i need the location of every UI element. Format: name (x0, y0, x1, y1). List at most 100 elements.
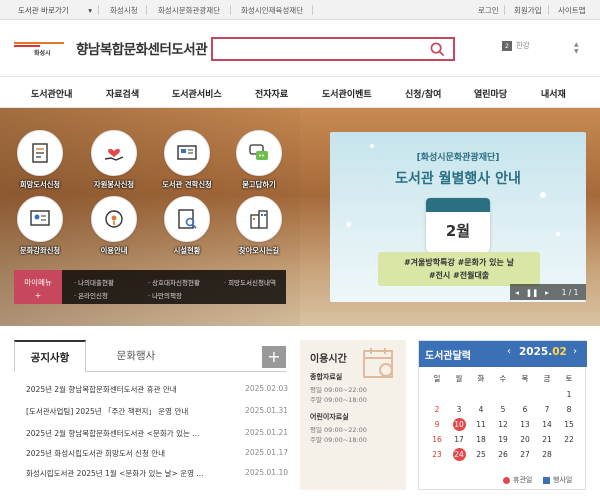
pause-icon[interactable]: ❚❚ (524, 288, 540, 297)
calendar-day[interactable]: 23 (426, 448, 448, 461)
notice-item[interactable]: 2025년 2월 향남복합문화센터도서관 휴관 안내 2025.02.03 (26, 384, 288, 402)
lang-arrows-icon[interactable]: ▲ ▼ (574, 41, 579, 55)
calendar-day[interactable]: 13 (514, 418, 536, 431)
hours-section-name: 종합자료실 (310, 373, 343, 381)
my-menu-link-loans[interactable]: 나의대출현황 (74, 277, 114, 287)
nav-search[interactable]: 자료검색 (106, 87, 139, 100)
notice-item[interactable]: 2025년 화성시립도서관 희망도서 신청 안내 2025.01.17 (26, 448, 288, 466)
link-hwaseong-city[interactable]: 화성시청 (110, 5, 138, 16)
notice-item[interactable]: 화성시립도서관 2025년 1월 <문화가 있는 날> 운영 ... 2025.… (26, 468, 288, 486)
notice-date: 2025.02.03 (245, 384, 288, 393)
lang-number: 2 (502, 40, 512, 51)
calendar-day[interactable]: 9 (426, 418, 448, 431)
notice-item[interactable]: [도서관사업팀] 2025년 「주간 책편지」 운영 안내 2025.01.31 (26, 406, 288, 424)
calendar-day[interactable]: 19 (492, 433, 514, 446)
notice-title: 화성시립도서관 2025년 1월 <문화가 있는 날> 운영 ... (26, 469, 204, 478)
my-menu-link-interlibrary[interactable]: 상호대차신청현황 (148, 277, 200, 287)
my-menu-link-bookshelf[interactable]: 나만의책장 (148, 290, 182, 300)
divider (312, 5, 313, 15)
calendar-day[interactable]: 26 (492, 448, 514, 461)
calendar-day[interactable]: 15 (558, 418, 580, 431)
service-label: 희망도서신청 (19, 180, 61, 189)
library-shortcut-label: 도서관 바로가기 (18, 5, 69, 15)
service-facility[interactable]: 시설현황 (160, 196, 214, 256)
notice-tabs: 공지사항 문화행사 2025년 2월 향남복합문화센터도서관 휴관 안내 202… (14, 340, 288, 504)
calendar-header: 도서관달력 ‹ 2025.02 › (419, 341, 587, 367)
calendar-prev-icon[interactable]: ‹ (507, 346, 511, 357)
service-volunteer[interactable]: 자원봉사신청 (87, 130, 141, 190)
calendar-day[interactable]: 16 (426, 433, 448, 446)
banner-subtitle: [화성시문화관광재단] (416, 153, 500, 163)
hours-row: 평일 09:00~22:00 (310, 426, 367, 434)
service-wish-book[interactable]: 희망도서신청 (13, 130, 67, 190)
calendar-day[interactable]: 21 (536, 433, 558, 446)
tab-notices[interactable]: 공지사항 (14, 340, 86, 372)
tour-icon (164, 130, 210, 176)
main-nav: 도서관안내 자료검색 도서관서비스 전자자료 도서관이벤트 신청/참여 열린마당… (0, 76, 600, 108)
site-title[interactable]: 향남복합문화센터도서관 (76, 38, 208, 58)
divider (98, 5, 99, 15)
calendar-day[interactable]: 3 (448, 403, 470, 416)
hwaseong-logo[interactable]: 화성시 (14, 34, 64, 60)
service-directions[interactable]: 찾아오시는길 (232, 196, 286, 256)
event-square-icon (543, 476, 550, 484)
my-menu-tag[interactable]: 마이메뉴 + (14, 270, 62, 304)
nav-events[interactable]: 도서관이벤트 (322, 87, 372, 100)
service-qna[interactable]: 묻고답하기 (232, 130, 286, 190)
hours-title: 이용시간 (310, 354, 347, 365)
next-arrow-icon[interactable]: ▸ (540, 288, 554, 297)
calendar-day[interactable]: 5 (492, 403, 514, 416)
prev-arrow-icon[interactable]: ◂ (510, 288, 524, 297)
calendar-day[interactable]: 11 (470, 418, 492, 431)
closed-dot-icon (503, 476, 510, 484)
link-talent-foundation[interactable]: 화성시인재육성재단 (241, 5, 303, 16)
calendar-day[interactable]: 8 (558, 403, 580, 416)
calendar-day[interactable]: 18 (470, 433, 492, 446)
calendar-day[interactable]: 24 (452, 448, 466, 461)
calendar-day[interactable]: 6 (514, 403, 536, 416)
tab-culture-events[interactable]: 문화행사 (86, 340, 186, 372)
service-guide[interactable]: 이용안내 (87, 196, 141, 256)
sitemap-link[interactable]: 사이트맵 (558, 5, 586, 16)
service-tour[interactable]: 도서관 견학신청 (160, 130, 214, 190)
calendar-next-icon[interactable]: › (573, 346, 577, 357)
calendar-day[interactable]: 12 (492, 418, 514, 431)
calendar-day[interactable]: 27 (514, 448, 536, 461)
calendar-day[interactable]: 20 (514, 433, 536, 446)
library-shortcut-select[interactable]: 도서관 바로가기 ▾ (14, 3, 96, 17)
weekday-label: 일 (433, 374, 441, 383)
calendar-day[interactable]: 10 (452, 418, 466, 431)
calendar-day[interactable]: 28 (536, 448, 558, 461)
calendar-day[interactable]: 22 (558, 433, 580, 446)
link-culture-foundation[interactable]: 화성시문화관광재단 (158, 5, 220, 16)
my-menu-link-wish-history[interactable]: 희망도서신청내역 (224, 277, 276, 287)
calendar-day[interactable]: 14 (536, 418, 558, 431)
login-link[interactable]: 로그인 (478, 5, 499, 16)
signup-link[interactable]: 회원가입 (514, 5, 542, 16)
nav-my-library[interactable]: 내서재 (541, 87, 566, 100)
service-label: 시설현황 (173, 246, 201, 255)
notice-item[interactable]: 2025년 2월 향남복합문화센터도서관 <문화가 있는 ... 2025.01… (26, 428, 288, 446)
notice-title: 2025년 2월 향남복합문화센터도서관 휴관 안내 (26, 385, 177, 394)
search-input[interactable] (211, 37, 455, 61)
notice-date: 2025.01.31 (245, 406, 288, 415)
calendar-day[interactable]: 25 (470, 448, 492, 461)
my-menu-link-online-apply[interactable]: 온라인신청 (74, 290, 108, 300)
nav-open-board[interactable]: 열린마당 (474, 87, 507, 100)
nav-apply[interactable]: 신청/참여 (405, 87, 441, 100)
calendar-day[interactable]: 7 (536, 403, 558, 416)
calendar-day[interactable]: 1 (558, 388, 580, 401)
search-icon[interactable] (430, 42, 445, 57)
banner-title: 도서관 월별행사 안내 (395, 171, 521, 187)
calendar-day[interactable]: 2 (426, 403, 448, 416)
nav-e-resources[interactable]: 전자자료 (255, 87, 288, 100)
notice-more-button[interactable]: + (262, 346, 286, 368)
event-banner[interactable]: [화성시문화관광재단] 도서관 월별행사 안내 2월 #겨울방학특강 #문화가 … (330, 132, 586, 302)
nav-services[interactable]: 도서관서비스 (172, 87, 222, 100)
calendar-day[interactable]: 4 (470, 403, 492, 416)
nav-library-info[interactable]: 도서관안내 (31, 87, 72, 100)
library-calendar: 도서관달력 ‹ 2025.02 › 일 월 화 수 목 금 토 1 2 3 4 5 6 7 8 9 10 11 12… (418, 340, 587, 490)
calendar-day[interactable]: 17 (448, 433, 470, 446)
language-selector[interactable]: 2 한강 (502, 40, 530, 51)
service-lecture[interactable]: 문화강좌신청 (13, 196, 67, 256)
